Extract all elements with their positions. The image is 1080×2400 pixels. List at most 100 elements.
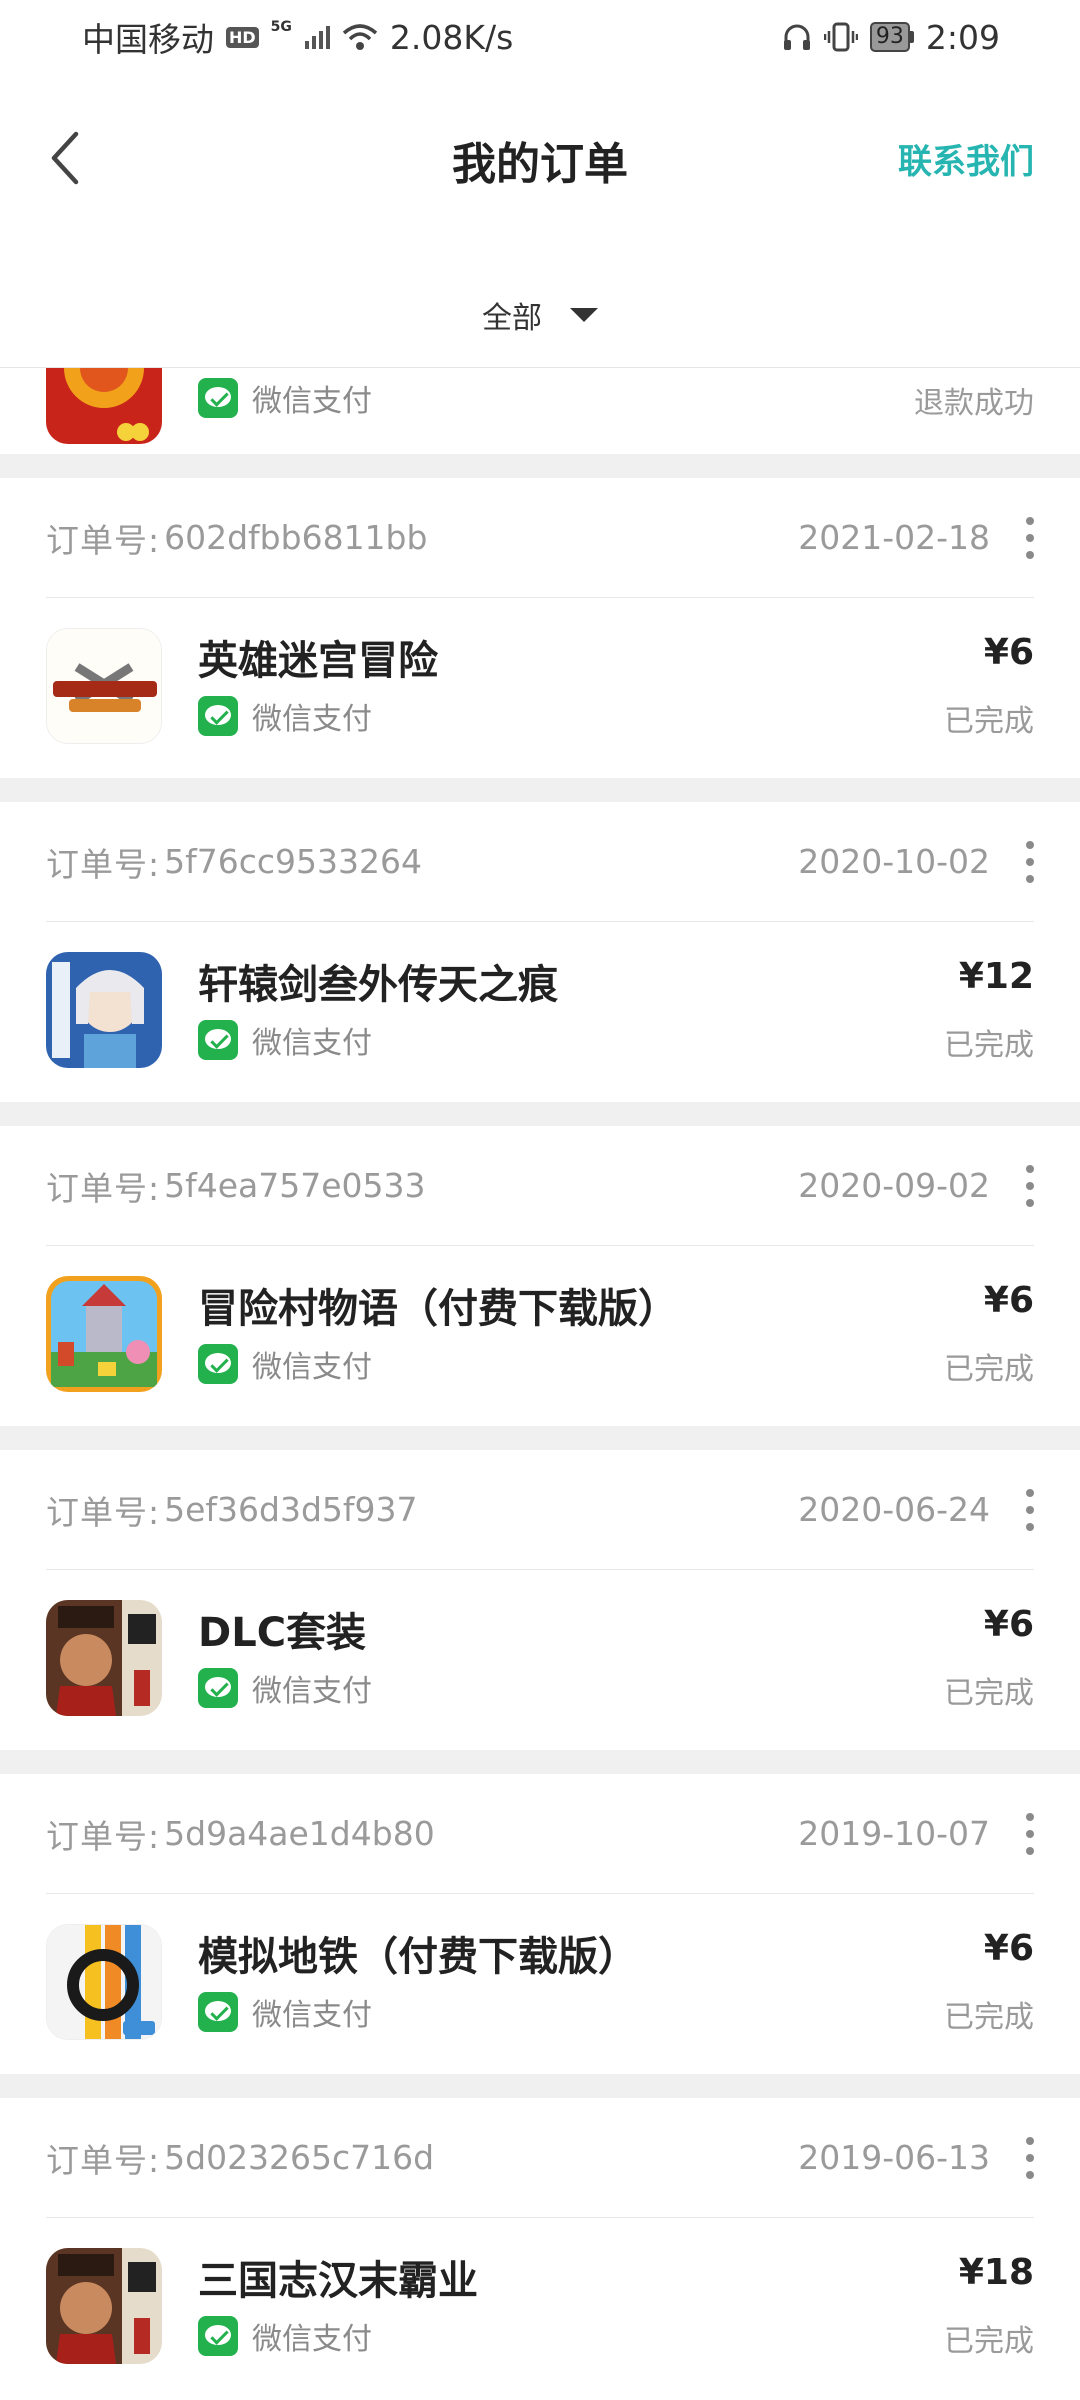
payment-method: 微信支付 [198, 1990, 372, 2034]
filter-dropdown[interactable]: 全部 [0, 262, 1080, 368]
order-id-label: 订单号: [46, 1492, 161, 1532]
carrier-label: 中国移动 [82, 20, 214, 59]
headphones-icon [783, 24, 810, 50]
order-header: 订单号: 5ef36d3d5f937 2020-06-24 [46, 1450, 1034, 1570]
order-date: 2019-10-07 [798, 1814, 990, 1853]
order-status: 已完成 [944, 2324, 1034, 2359]
app-name: 轩辕剑叁外传天之痕 [198, 962, 558, 1008]
order-card[interactable]: 订单号: 5f76cc9533264 2020-10-02 轩辕剑叁外传天之痕 … [0, 802, 1080, 1102]
more-options-icon[interactable] [1026, 1812, 1034, 1855]
more-options-icon[interactable] [1026, 840, 1034, 883]
order-body[interactable]: 三国志汉末霸业 微信支付 ¥18 已完成 [46, 2218, 1034, 2398]
order-status: 已完成 [944, 1352, 1034, 1387]
status-bar: 中国移动 HD 5G 2.08K/s 93 2:09 [0, 0, 1080, 74]
clock: 2:09 [925, 17, 1000, 57]
payment-label: 微信支付 [252, 1350, 372, 1385]
payment-label: 微信支付 [252, 1026, 372, 1061]
app-icon [46, 2248, 162, 2364]
wechat-pay-icon [198, 696, 238, 736]
order-card[interactable]: 订单号: 602dfbb6811bb 2021-02-18 英雄迷宫冒险 微信支… [0, 478, 1080, 778]
order-body[interactable]: DLC套装 微信支付 ¥6 已完成 [46, 1570, 1034, 1750]
header: 我的订单 联系我们 [0, 100, 1080, 212]
app-icon [46, 952, 162, 1068]
app-icon [46, 368, 162, 444]
more-options-icon[interactable] [1026, 1164, 1034, 1207]
order-body[interactable]: 英雄迷宫冒险 微信支付 ¥6 已完成 [46, 598, 1034, 778]
payment-label: 微信支付 [252, 1998, 372, 2033]
order-price: ¥6 [983, 1928, 1034, 1969]
contact-us-link[interactable]: 联系我们 [898, 134, 1034, 183]
payment-method: 微信支付 [198, 1666, 372, 1710]
payment-label: 微信支付 [252, 1674, 372, 1709]
order-date: 2019-06-13 [798, 2138, 990, 2177]
signal-icon [304, 26, 330, 49]
order-status: 已完成 [944, 704, 1034, 739]
app-icon [46, 1600, 162, 1716]
order-body[interactable]: 冒险村物语（付费下载版） 微信支付 ¥6 已完成 [46, 1246, 1034, 1426]
order-id: 5d9a4ae1d4b80 [164, 1814, 435, 1853]
more-options-icon[interactable] [1026, 516, 1034, 559]
order-status: 已完成 [944, 1028, 1034, 1063]
order-price: ¥6 [983, 632, 1034, 673]
order-date: 2020-10-02 [798, 842, 990, 881]
payment-label: 微信支付 [252, 2322, 372, 2357]
net-speed: 2.08K/s [389, 17, 514, 57]
order-status: 退款成功 [914, 386, 1034, 421]
order-card[interactable]: 订单号: 5d023265c716d 2019-06-13 三国志汉末霸业 微信… [0, 2098, 1080, 2398]
divider [0, 2074, 1080, 2098]
order-card[interactable]: 订单号: 5d9a4ae1d4b80 2019-10-07 模拟地铁（付费下载版… [0, 1774, 1080, 2074]
order-date: 2020-09-02 [798, 1166, 990, 1205]
app-name: 冒险村物语（付费下载版） [198, 1286, 678, 1332]
payment-label: 微信支付 [252, 702, 372, 737]
order-id: 5d023265c716d [164, 2138, 435, 2177]
network-type: 5G [270, 19, 292, 35]
app-name: 三国志汉末霸业 [198, 2258, 478, 2304]
order-card[interactable]: 订单号: 5f4ea757e0533 2020-09-02 冒险村物语（付费下载… [0, 1126, 1080, 1426]
order-id-label: 订单号: [46, 2140, 161, 2180]
divider [0, 1102, 1080, 1126]
order-list[interactable]: 微信支付 退款成功 订单号: 602dfbb6811bb 2021-02-18 … [0, 368, 1080, 2400]
app-icon [46, 1276, 162, 1392]
payment-method: 微信支付 [198, 1342, 372, 1386]
order-price: ¥18 [958, 2252, 1034, 2293]
caret-down-icon [570, 307, 598, 322]
divider [0, 778, 1080, 802]
order-id: 5ef36d3d5f937 [164, 1490, 418, 1529]
vibrate-icon [823, 22, 858, 52]
app-name: 英雄迷宫冒险 [198, 638, 438, 684]
order-id-label: 订单号: [46, 520, 161, 560]
wechat-pay-icon [198, 2316, 238, 2356]
filter-label: 全部 [482, 300, 542, 336]
more-options-icon[interactable] [1026, 1488, 1034, 1531]
wechat-pay-icon [198, 1992, 238, 2032]
payment-method: 微信支付 [198, 376, 372, 420]
app-icon [46, 628, 162, 744]
wechat-pay-icon [198, 378, 238, 418]
wechat-pay-icon [198, 1020, 238, 1060]
order-id: 602dfbb6811bb [164, 518, 428, 557]
order-price: ¥6 [983, 1604, 1034, 1645]
app-name: DLC套装 [198, 1610, 367, 1656]
order-body[interactable]: 模拟地铁（付费下载版） 微信支付 ¥6 已完成 [46, 1894, 1034, 2074]
order-status: 已完成 [944, 1676, 1034, 1711]
order-id-label: 订单号: [46, 844, 161, 884]
more-options-icon[interactable] [1026, 2136, 1034, 2179]
order-card[interactable]: 订单号: 5ef36d3d5f937 2020-06-24 DLC套装 微信支付… [0, 1450, 1080, 1750]
status-right: 93 2:09 [782, 18, 1000, 57]
app-name: 模拟地铁（付费下载版） [198, 1934, 638, 1980]
payment-method: 微信支付 [198, 1018, 372, 1062]
order-date: 2020-06-24 [798, 1490, 990, 1529]
order-price: ¥6 [983, 1280, 1034, 1321]
order-body[interactable]: 轩辕剑叁外传天之痕 微信支付 ¥12 已完成 [46, 922, 1034, 1102]
order-header: 订单号: 602dfbb6811bb 2021-02-18 [46, 478, 1034, 598]
order-price: ¥12 [958, 956, 1034, 997]
payment-label: 微信支付 [252, 384, 372, 419]
divider [0, 1426, 1080, 1450]
wifi-icon [342, 24, 378, 50]
order-header: 订单号: 5f4ea757e0533 2020-09-02 [46, 1126, 1034, 1246]
order-status: 已完成 [944, 2000, 1034, 2035]
order-id: 5f76cc9533264 [164, 842, 422, 881]
wechat-pay-icon [198, 1668, 238, 1708]
order-card-partial[interactable]: 微信支付 退款成功 [0, 368, 1080, 454]
battery-level: 93 [869, 22, 910, 52]
